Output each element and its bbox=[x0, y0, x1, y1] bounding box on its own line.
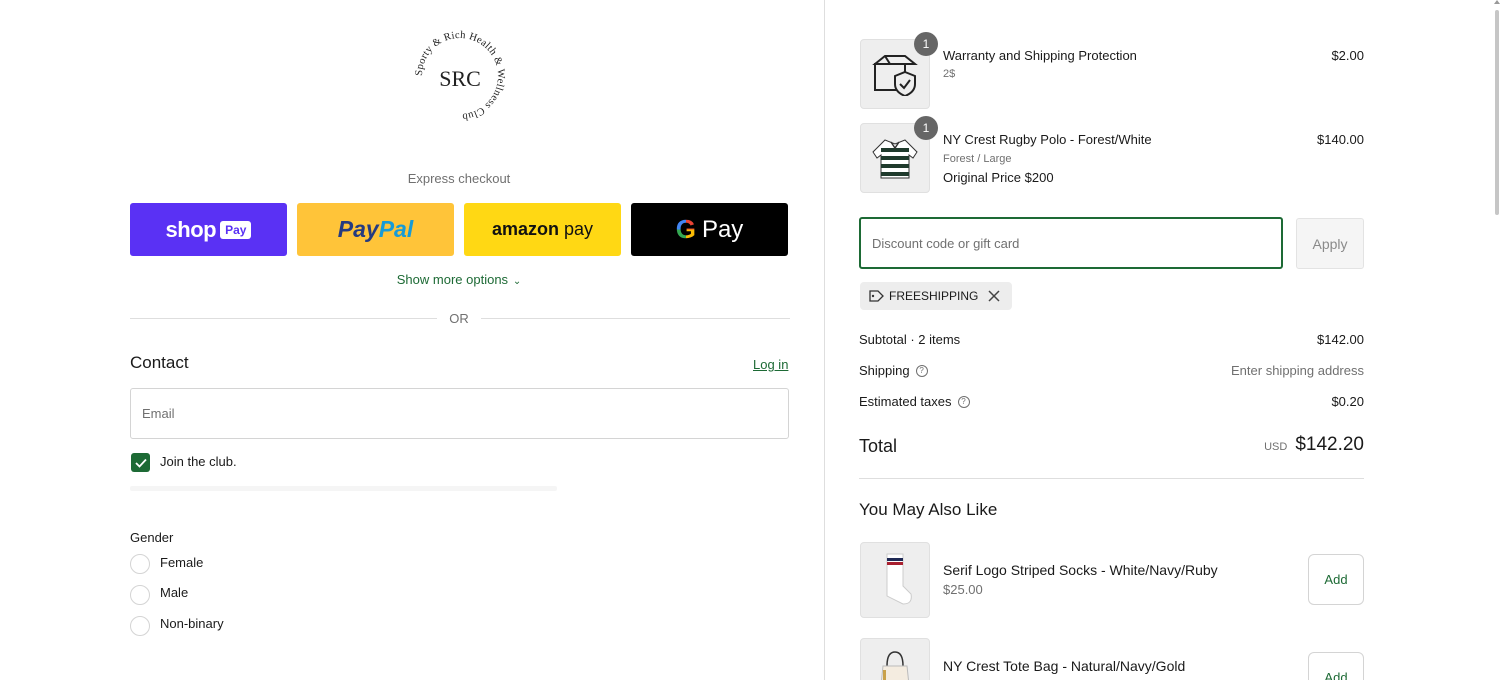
email-field[interactable] bbox=[130, 388, 789, 439]
brand-logo: Sporty & Rich Health & Wellness Club SRC bbox=[414, 30, 506, 122]
amazon-pay-button[interactable]: amazon pay bbox=[464, 203, 621, 256]
taxes-label: Estimated taxes bbox=[859, 394, 952, 409]
discount-code-label: FREESHIPPING bbox=[889, 289, 979, 303]
scroll-up-arrow-icon[interactable] bbox=[1494, 0, 1500, 4]
package-shield-icon bbox=[872, 55, 918, 96]
tote-bag-icon bbox=[881, 651, 909, 680]
striped-sock-icon bbox=[886, 553, 912, 605]
applied-discount-chip: FREESHIPPING bbox=[860, 282, 1013, 310]
cart-item-name: Warranty and Shipping Protection bbox=[943, 48, 1137, 63]
google-g-icon: G bbox=[675, 214, 696, 244]
currency-code: USD bbox=[1264, 441, 1288, 453]
gender-option-label: Male bbox=[160, 585, 189, 600]
gender-option-label: Non-binary bbox=[160, 616, 224, 631]
loading-placeholder-bar bbox=[130, 486, 557, 491]
paypal-wordmark: PayPal bbox=[337, 216, 414, 242]
checkmark-icon bbox=[134, 458, 147, 468]
recommendation-thumbnail bbox=[860, 638, 930, 680]
page-scrollbar[interactable] bbox=[1494, 0, 1500, 680]
quantity-badge: 1 bbox=[914, 116, 938, 140]
remove-discount-close-icon[interactable] bbox=[988, 290, 1000, 302]
summary-divider bbox=[859, 478, 1364, 479]
amazon-pay-wordmark: amazon pay bbox=[491, 219, 594, 239]
cart-item-price: $140.00 bbox=[1317, 132, 1364, 147]
cart-item-variant: 2$ bbox=[943, 68, 956, 80]
google-pay-button[interactable]: G Pay bbox=[631, 203, 788, 256]
shipping-label-row: Shipping ? bbox=[859, 363, 928, 378]
shipping-value: Enter shipping address bbox=[1231, 363, 1364, 378]
gender-option-label: Female bbox=[160, 555, 204, 570]
subtotal-value: $142.00 bbox=[1317, 332, 1364, 347]
help-circle-icon[interactable]: ? bbox=[957, 395, 970, 408]
scrollbar-thumb[interactable] bbox=[1495, 10, 1499, 215]
shop-pay-button[interactable]: shop Pay bbox=[130, 203, 287, 256]
recommendation-thumbnail bbox=[860, 542, 930, 618]
help-circle-icon[interactable]: ? bbox=[915, 364, 928, 377]
recommendations-heading: You May Also Like bbox=[859, 500, 998, 519]
google-pay-wordmark: G Pay bbox=[675, 214, 744, 244]
cart-item-price: $2.00 bbox=[1331, 48, 1364, 63]
show-more-options-link[interactable]: Show more options ⌄ bbox=[130, 272, 788, 287]
shipping-label: Shipping bbox=[859, 363, 910, 378]
striped-rugby-shirt-icon bbox=[872, 139, 918, 179]
cart-item-original-price: Original Price $200 bbox=[943, 170, 1054, 185]
logo-monogram: SRC bbox=[439, 66, 481, 91]
gender-radio-female[interactable] bbox=[130, 554, 150, 574]
join-club-checkbox[interactable] bbox=[131, 453, 150, 472]
cart-item-name: NY Crest Rugby Polo - Forest/White bbox=[943, 132, 1152, 147]
add-recommendation-button[interactable]: Add bbox=[1308, 652, 1364, 680]
login-link[interactable]: Log in bbox=[753, 357, 788, 372]
subtotal-label: Subtotal · 2 items bbox=[859, 332, 961, 347]
gender-label: Gender bbox=[130, 530, 174, 545]
checkout-main-column: Sporty & Rich Health & Wellness Club SRC… bbox=[0, 0, 824, 680]
taxes-label-row: Estimated taxes ? bbox=[859, 394, 970, 409]
add-recommendation-button[interactable]: Add bbox=[1308, 554, 1364, 605]
join-club-label: Join the club. bbox=[160, 454, 237, 469]
recommendation-name: Serif Logo Striped Socks - White/Navy/Ru… bbox=[943, 562, 1218, 578]
paypal-button[interactable]: PayPal bbox=[297, 203, 454, 256]
tag-icon bbox=[868, 289, 884, 303]
total-value: USD $142.20 bbox=[1264, 434, 1364, 456]
taxes-value: $0.20 bbox=[1331, 394, 1364, 409]
discount-code-input[interactable] bbox=[859, 217, 1283, 269]
or-label: OR bbox=[449, 311, 469, 326]
recommendation-price: $25.00 bbox=[943, 582, 983, 597]
gender-radio-male[interactable] bbox=[130, 585, 150, 605]
apply-discount-button[interactable]: Apply bbox=[1296, 218, 1364, 269]
quantity-badge: 1 bbox=[914, 32, 938, 56]
recommendation-name: NY Crest Tote Bag - Natural/Navy/Gold bbox=[943, 658, 1186, 674]
total-label: Total bbox=[859, 436, 898, 456]
shop-pay-badge: Pay bbox=[220, 220, 252, 239]
total-amount: $142.20 bbox=[1295, 434, 1364, 455]
chevron-down-icon: ⌄ bbox=[510, 276, 522, 287]
cart-item-variant: Forest / Large bbox=[943, 153, 1012, 165]
or-divider: OR bbox=[130, 310, 790, 326]
contact-heading: Contact bbox=[130, 353, 189, 372]
gender-radio-non-binary[interactable] bbox=[130, 616, 150, 636]
express-checkout-label: Express checkout bbox=[407, 171, 511, 186]
shop-pay-wordmark: shop bbox=[165, 216, 217, 242]
